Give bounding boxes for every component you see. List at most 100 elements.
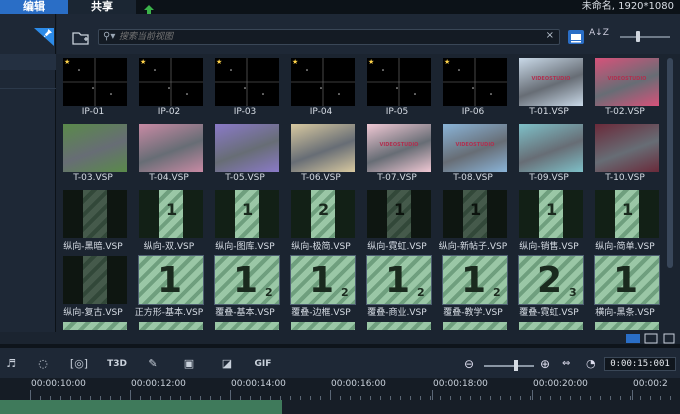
template-item[interactable]: ★ IP-02 [133,56,203,120]
template-item[interactable]: 1 正方形-基本.VSP [133,254,204,318]
template-item[interactable]: VIDEOSTUDIO T-08.VSP [437,122,507,186]
template-item[interactable]: 1 纵向-图库.VSP [209,188,279,252]
star-badge-icon: ★ [140,58,147,66]
search-icon[interactable]: ⚲▾ [103,31,115,42]
timeline-zoom-slider-handle[interactable] [514,360,518,371]
tab-edit[interactable]: 编辑 [0,0,68,14]
split-screen-icon[interactable]: ◪ [216,356,238,372]
template-item[interactable]: T-05.VSP [209,122,279,186]
template-item-partial[interactable] [57,320,127,330]
template-item-partial[interactable] [285,320,355,330]
search-clear-button[interactable]: × [546,30,554,41]
thumbnail-digit: 1 [242,200,254,219]
thumbnail-caption: VIDEOSTUDIO [455,142,495,148]
motion-track-icon[interactable]: ◌ [32,356,54,372]
mask-icon[interactable]: ✎ [142,356,164,372]
template-item[interactable]: 1 纵向-新帖子.VSP [437,188,507,252]
timecode-display[interactable]: 0:00:15:001 [604,357,676,371]
template-label: 覆叠-霓虹.VSP [519,308,579,318]
template-item-partial[interactable] [133,320,203,330]
template-item[interactable]: 纵向-黑暗.VSP [57,188,127,252]
title-3d-icon[interactable]: T3D [106,356,128,372]
thumbnail-size-slider-handle[interactable] [636,31,640,42]
upload-arrow-icon[interactable] [143,1,155,15]
template-item[interactable]: ★ IP-01 [57,56,127,120]
template-thumbnail: 12 [290,255,356,305]
template-item[interactable]: 1 2 覆叠-基本.VSP [209,254,280,318]
template-thumbnail: 1 [138,255,204,305]
portrait-frame: 1 [463,190,487,238]
template-item[interactable]: 1 纵向-双.VSP [133,188,203,252]
template-item[interactable]: VIDEOSTUDIO T-07.VSP [361,122,431,186]
template-thumbnail [63,190,127,238]
template-label: T-05.VSP [225,173,265,183]
template-thumbnail: ★ [291,58,355,106]
thumbnail-digit: 1 [546,200,558,219]
template-item[interactable]: 1 2 覆叠-商业.VSP [361,254,432,318]
template-item[interactable]: 纵向-复古.VSP [57,254,127,318]
ruler-tick [432,390,433,400]
zoom-in-icon[interactable]: ⊕ [540,357,554,371]
template-item[interactable]: 1 纵向-简单.VSP [589,188,659,252]
portrait-frame: 1 [615,190,639,238]
gif-icon[interactable]: GIF [252,356,274,372]
fit-to-window-icon[interactable]: ⇔ [562,357,576,371]
template-item[interactable]: VIDEOSTUDIO T-01.VSP [513,56,583,120]
search-input[interactable] [119,30,539,44]
template-label: IP-04 [309,107,333,117]
template-label: 纵向-极简.VSP [291,242,351,252]
template-item[interactable]: T-09.VSP [513,122,583,186]
folder-icon[interactable] [72,30,90,46]
template-item[interactable]: 2 纵向-极简.VSP [285,188,355,252]
template-item[interactable]: 2 3 覆叠-霓虹.VSP [513,254,584,318]
ruler-label: 00:00:14:00 [231,379,286,389]
template-item[interactable]: T-06.VSP [285,122,355,186]
template-thumbnail: ★ [63,58,127,106]
template-thumbnail: ★ [215,58,279,106]
thumbnail-caption: VIDEOSTUDIO [379,142,419,148]
template-item[interactable]: ★ IP-03 [209,56,279,120]
template-label: 纵向-霓虹.VSP [367,242,427,252]
thumbnail-digit: 1 [233,260,259,301]
timeline-clip[interactable] [0,400,282,414]
template-item[interactable]: 1 纵向-销售.VSP [513,188,583,252]
multicam-icon[interactable]: ▣ [178,356,200,372]
template-item-partial[interactable] [513,320,583,330]
timeline-zoom-slider[interactable] [484,365,534,367]
thumbnail-size-slider[interactable] [620,36,670,38]
sort-az-icon[interactable]: A↓Z [589,29,609,45]
view-mode-icon[interactable] [568,30,584,44]
template-item[interactable]: T-10.VSP [589,122,659,186]
template-item[interactable]: ★ IP-06 [437,56,507,120]
thumbnail-digit: 1 [461,260,487,301]
template-item[interactable]: 1 纵向-霓虹.VSP [361,188,431,252]
template-item[interactable]: 1 横向-黑条.VSP [589,254,660,318]
template-item[interactable]: T-04.VSP [133,122,203,186]
template-thumbnail: 1 [519,190,583,238]
template-item[interactable]: ★ IP-04 [285,56,355,120]
library-scrollbar-thumb[interactable] [667,58,673,268]
template-label: T-03.VSP [73,173,113,183]
template-item[interactable]: ★ IP-05 [361,56,431,120]
template-item[interactable]: 1 2 覆叠-边框.VSP [285,254,356,318]
template-thumbnail: VIDEOSTUDIO [595,58,659,106]
zoom-out-icon[interactable]: ⊖ [464,357,478,371]
template-item[interactable]: T-03.VSP [57,122,127,186]
library-category-item[interactable] [0,54,56,70]
template-item-partial[interactable] [361,320,431,330]
template-thumbnail: 2 [291,190,355,238]
tab-share[interactable]: 共享 [68,0,136,14]
template-label: T-02.VSP [605,107,645,117]
template-thumbnail [291,322,355,330]
template-item-partial[interactable] [589,320,659,330]
template-item[interactable]: VIDEOSTUDIO T-02.VSP [589,56,659,120]
library-grid: ★ IP-01 ★ IP-02 ★ IP-03 ★ IP-04 ★ IP-05 ★ IP-06 VIDE… [57,54,663,330]
thumbnail-digit: 1 [309,260,335,301]
auto-music-icon[interactable]: ♬ [0,356,22,372]
template-item-partial[interactable] [437,320,507,330]
thumbnail-digit: 1 [613,260,639,301]
template-item[interactable]: 1 2 覆叠-教学.VSP [437,254,508,318]
portrait-frame [83,256,107,304]
subtitle-icon[interactable]: [◎] [68,356,90,372]
template-item-partial[interactable] [209,320,279,330]
